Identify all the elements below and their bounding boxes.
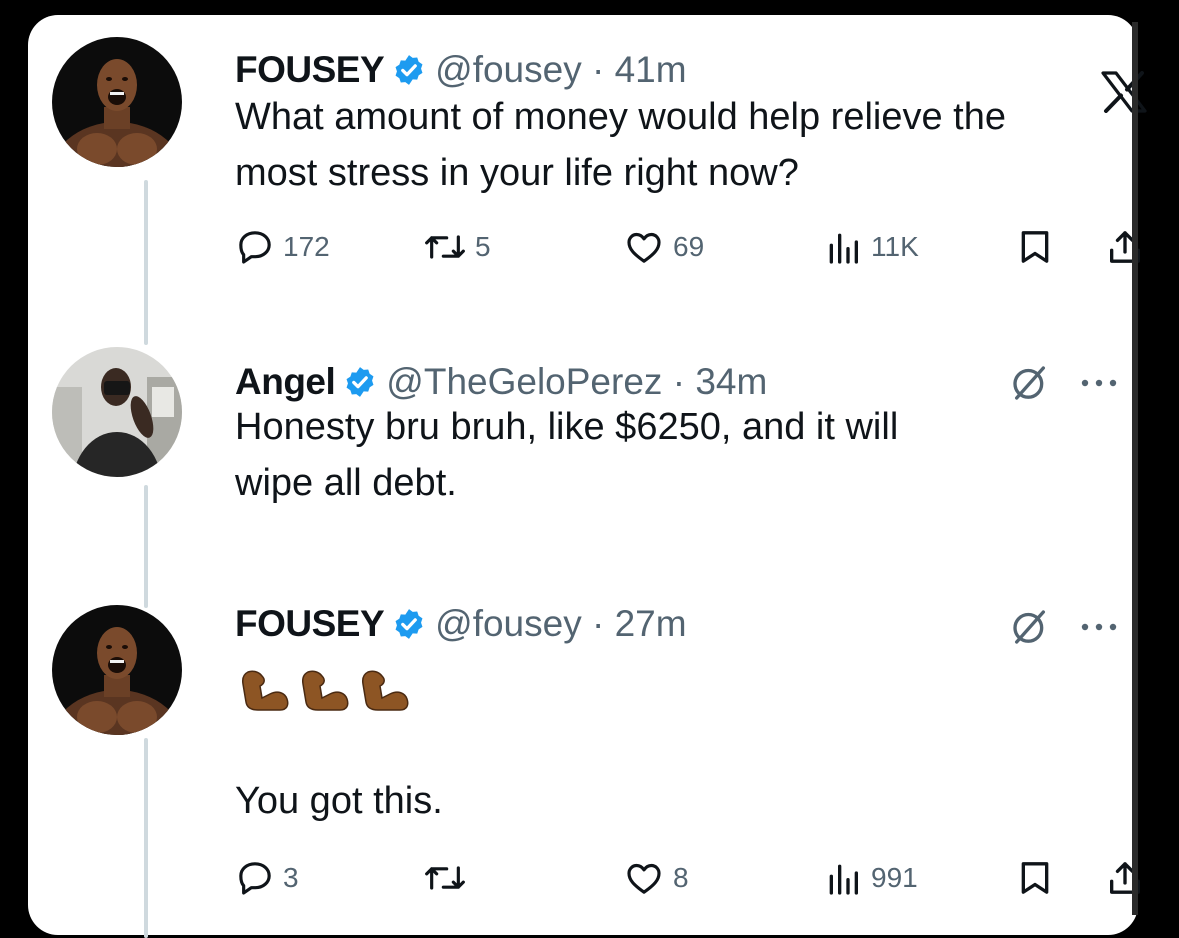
- views-button[interactable]: 11K: [823, 227, 919, 267]
- reply-count: 172: [283, 231, 330, 262]
- like-count: 69: [673, 231, 705, 262]
- bookmark-icon: [1021, 862, 1049, 894]
- handle[interactable]: @fousey: [435, 603, 582, 645]
- separator-dot: ·: [581, 49, 615, 90]
- tweet-text-line: wipe all debt.: [235, 462, 457, 504]
- flexed-biceps-emoji: [302, 670, 349, 711]
- tweet-text-line: most stress in your life right now?: [235, 152, 799, 194]
- display-name[interactable]: FOUSEY: [235, 49, 385, 91]
- handle[interactable]: @TheGeloPerez: [386, 361, 662, 403]
- emoji-row: [240, 668, 410, 712]
- timestamp[interactable]: 27m: [615, 603, 687, 645]
- grok-icon[interactable]: [1010, 607, 1050, 647]
- display-name[interactable]: FOUSEY: [235, 603, 385, 645]
- display-name[interactable]: Angel: [235, 361, 336, 403]
- more-icon[interactable]: [1078, 377, 1120, 389]
- repost-button[interactable]: 5: [423, 227, 491, 267]
- grok-icon[interactable]: [1010, 363, 1050, 403]
- share-icon: [1110, 231, 1140, 263]
- tweet-text-line: Honesty bru bruh, like $6250, and it wil…: [235, 406, 899, 448]
- tweet-text-line: What amount of money would help relieve …: [235, 96, 1006, 138]
- tweet-header: FOUSEY @fousey · 41m: [235, 45, 687, 95]
- flexed-biceps-emoji: [242, 670, 289, 711]
- like-button[interactable]: 8: [623, 858, 689, 898]
- tweet-header: FOUSEY @fousey · 27m: [235, 599, 687, 649]
- verified-badge-icon: [395, 609, 423, 639]
- views-icon: [829, 233, 858, 264]
- tweet-text: Honesty bru bruh, like $6250, and it wil…: [235, 399, 898, 511]
- bookmark-button[interactable]: [1015, 858, 1055, 898]
- like-icon: [627, 863, 661, 894]
- repost-icon: [425, 866, 465, 890]
- like-button[interactable]: 69: [623, 227, 704, 267]
- like-count: 8: [673, 862, 689, 893]
- reply-icon: [239, 231, 271, 264]
- reply-icon: [239, 862, 271, 895]
- separator-dot: ·: [581, 603, 615, 644]
- repost-count: 5: [475, 231, 491, 262]
- share-icon: [1110, 862, 1140, 894]
- flexed-biceps-emoji: [362, 670, 409, 711]
- handle[interactable]: @fousey: [435, 49, 582, 91]
- bookmark-button[interactable]: [1015, 227, 1055, 267]
- reply-count: 3: [283, 862, 299, 893]
- avatar-fousey[interactable]: [52, 605, 182, 735]
- tweet-text: You got this.: [235, 780, 443, 822]
- timestamp[interactable]: 41m: [615, 49, 687, 91]
- like-icon: [627, 232, 661, 263]
- x-logo-icon[interactable]: [1101, 71, 1147, 113]
- timestamp[interactable]: 34m: [695, 361, 767, 403]
- repost-button[interactable]: [423, 858, 475, 898]
- avatar-angel[interactable]: [52, 347, 182, 477]
- separator-dot: ·: [662, 361, 696, 402]
- views-count: 11K: [871, 231, 919, 262]
- tweet-thread-card: FOUSEY @fousey · 41m What amount of mone…: [28, 15, 1147, 938]
- reply-button[interactable]: 3: [235, 858, 299, 898]
- tweet-actions: 172 5 69 11K: [235, 227, 1140, 267]
- tweet-actions: 3 8 991: [235, 858, 1140, 898]
- avatar-fousey[interactable]: [52, 37, 182, 167]
- thread-line: [144, 180, 148, 345]
- thread-line: [144, 738, 148, 938]
- reply-button[interactable]: 172: [235, 227, 330, 267]
- repost-icon: [425, 235, 465, 259]
- views-button[interactable]: 991: [823, 858, 918, 898]
- verified-badge-icon: [346, 367, 374, 397]
- views-icon: [829, 864, 858, 895]
- thread-line: [144, 485, 148, 608]
- tweet-text: What amount of money would help relieve …: [235, 89, 1006, 201]
- share-button[interactable]: [1105, 858, 1145, 898]
- verified-badge-icon: [395, 55, 423, 85]
- bookmark-icon: [1021, 231, 1049, 263]
- share-button[interactable]: [1105, 227, 1145, 267]
- views-count: 991: [871, 862, 918, 893]
- more-icon[interactable]: [1078, 621, 1120, 633]
- right-edge-divider: [1132, 22, 1138, 915]
